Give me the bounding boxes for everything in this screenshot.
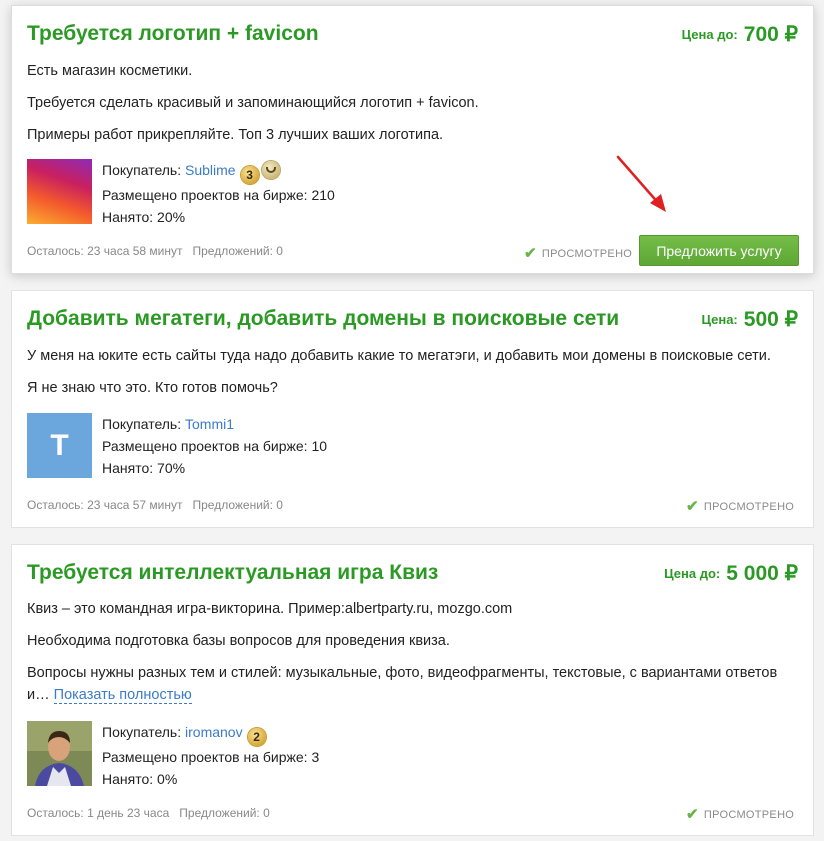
price-value: 700 ₽ (743, 23, 798, 46)
level-badge-icon: 3 (240, 166, 259, 184)
project-price: Цена до: 700 ₽ (682, 22, 798, 47)
hired-rate: Нанято: 70% (102, 460, 186, 476)
viewed-status: ✔ ПРОСМОТРЕНО (686, 497, 794, 515)
description-line: Необходима подготовка базы вопросов для … (27, 633, 450, 649)
project-footer: Осталось: 1 день 23 часа Предложений: 0 (27, 806, 270, 820)
hired-rate: Нанято: 0% (102, 771, 178, 787)
check-icon: ✔ (524, 245, 537, 262)
buyer-link[interactable]: Sublime (185, 162, 236, 178)
project-description: У меня на юките есть сайты туда надо доб… (27, 345, 795, 399)
project-footer: Осталось: 23 часа 57 минут Предложений: 0 (27, 498, 283, 512)
description-line: Требуется сделать красивый и запоминающи… (27, 95, 479, 111)
buyer-info: Покупатель: iromanov 2 Размещено проектов… (102, 721, 319, 790)
buyer-info: Покупатель: Sublime 3 Размещено проектов … (102, 159, 335, 228)
price-label: Цена: (701, 312, 738, 327)
viewed-label: ПРОСМОТРЕНО (703, 501, 795, 513)
project-footer: Осталось: 23 часа 58 минут Предложений: 0 (27, 244, 283, 258)
viewed-status: ✔ ПРОСМОТРЕНО (686, 805, 794, 823)
projects-posted: Размещено проектов на бирже: 3 (102, 749, 320, 765)
project-description: Квиз – это командная игра-викторина. При… (27, 598, 795, 706)
buyer-photo-icon (27, 721, 92, 786)
buyer-label: Покупатель: (102, 416, 182, 432)
project-price: Цена: 500 ₽ (701, 307, 798, 332)
viewed-status: ✔ ПРОСМОТРЕНО (524, 244, 632, 262)
cup-badge-icon (261, 161, 280, 179)
price-label: Цена до: (681, 27, 738, 42)
project-title[interactable]: Добавить мегатеги, добавить домены в пои… (27, 307, 619, 331)
check-icon: ✔ (686, 498, 699, 515)
project-card[interactable]: Добавить мегатеги, добавить домены в пои… (11, 290, 814, 528)
red-arrow-icon (616, 155, 666, 212)
viewed-label: ПРОСМОТРЕНО (541, 248, 633, 260)
description-line: Вопросы нужны разных тем и стилей: музык… (27, 662, 795, 706)
buyer-avatar[interactable] (27, 159, 92, 224)
offers-count: Предложений: 0 (179, 806, 270, 820)
offers-count: Предложений: 0 (192, 244, 283, 258)
buyer-avatar[interactable]: T (27, 413, 92, 478)
price-label: Цена до: (664, 566, 721, 581)
projects-posted: Размещено проектов на бирже: 210 (102, 187, 335, 203)
show-more-link[interactable]: Показать полностью (53, 687, 192, 704)
time-left: Осталось: 1 день 23 часа (27, 806, 170, 820)
project-card[interactable]: Требуется логотип + favicon Цена до: 700 … (11, 5, 814, 274)
project-title[interactable]: Требуется логотип + favicon (27, 22, 319, 46)
project-description: Есть магазин косметики. Требуется сделат… (27, 60, 795, 146)
price-value: 5 000 ₽ (726, 562, 798, 585)
buyer-info: Покупатель: Tommi1 Размещено проектов на… (102, 413, 327, 479)
project-price: Цена до: 5 000 ₽ (664, 561, 798, 586)
offers-count: Предложений: 0 (192, 498, 283, 512)
offer-service-button[interactable]: Предложить услугу (639, 235, 799, 266)
buyer-avatar[interactable] (27, 721, 92, 786)
buyer-link[interactable]: Tommi1 (185, 416, 234, 432)
description-line: У меня на юките есть сайты туда надо доб… (27, 348, 771, 364)
buyer-label: Покупатель: (102, 724, 182, 740)
level-badge-icon: 2 (247, 728, 266, 746)
projects-posted: Размещено проектов на бирже: 10 (102, 438, 328, 454)
buyer-label: Покупатель: (102, 162, 182, 178)
price-value: 500 ₽ (743, 308, 798, 331)
time-left: Осталось: 23 часа 57 минут (27, 498, 183, 512)
project-card[interactable]: Требуется интеллектуальная игра Квиз Цен… (11, 544, 814, 836)
hired-rate: Нанято: 20% (102, 209, 186, 225)
description-line: Есть магазин косметики. (27, 63, 193, 79)
description-line: Квиз – это командная игра-викторина. При… (27, 601, 513, 617)
time-left: Осталось: 23 часа 58 минут (27, 244, 183, 258)
description-line: Примеры работ прикрепляйте. Топ 3 лучших… (27, 127, 444, 143)
project-title[interactable]: Требуется интеллектуальная игра Квиз (27, 561, 438, 585)
description-line: Я не знаю что это. Кто готов помочь? (27, 380, 278, 396)
viewed-label: ПРОСМОТРЕНО (703, 809, 795, 821)
check-icon: ✔ (686, 806, 699, 823)
buyer-link[interactable]: iromanov (185, 724, 243, 740)
